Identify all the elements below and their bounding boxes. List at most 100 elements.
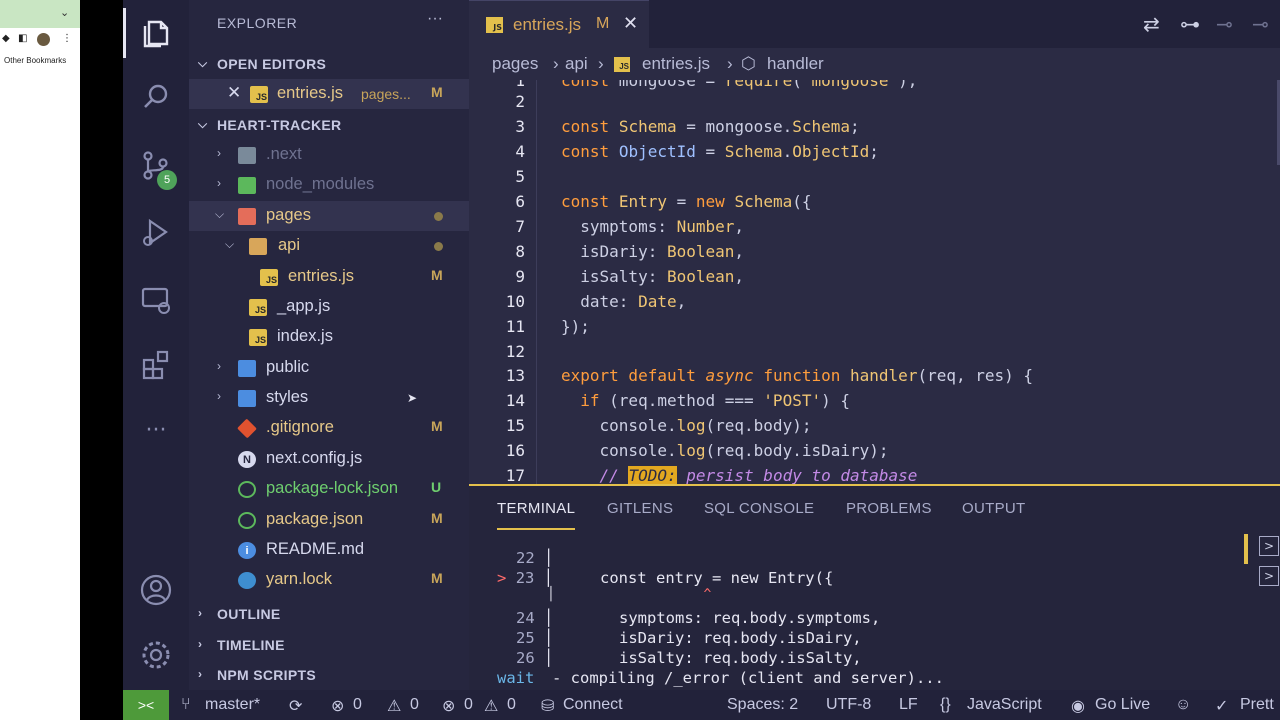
other-bookmarks[interactable]: Other Bookmarks bbox=[4, 56, 66, 65]
tree-item-node-modules[interactable]: › node_modules bbox=[189, 170, 469, 200]
terminal-instance-icon[interactable]: > bbox=[1259, 566, 1279, 586]
breadcrumb-api[interactable]: api bbox=[565, 54, 588, 74]
compare-changes-icon[interactable]: ⇄ bbox=[1143, 12, 1160, 36]
tab-output[interactable]: OUTPUT bbox=[962, 500, 1025, 517]
tree-item-gitignore[interactable]: .gitignore M bbox=[189, 413, 469, 443]
tree-item-index-js[interactable]: JS index.js bbox=[189, 322, 469, 352]
copilot-icon[interactable]: ☺ bbox=[1175, 696, 1191, 714]
chevron-right-icon: › bbox=[598, 54, 604, 73]
browser-menu-icon[interactable]: ⋮ bbox=[62, 33, 72, 44]
encoding-setting[interactable]: UTF-8 bbox=[826, 696, 871, 714]
nodejs-icon bbox=[238, 481, 256, 498]
connect-button[interactable]: Connect bbox=[563, 696, 623, 714]
tab-gitlens[interactable]: GITLENS bbox=[607, 500, 673, 517]
chevron-down-icon: ⌵ bbox=[198, 56, 208, 70]
javascript-file-icon: JS bbox=[486, 17, 503, 33]
tab-terminal[interactable]: TERMINAL bbox=[497, 500, 576, 530]
remote-indicator-icon[interactable]: >< bbox=[123, 690, 169, 720]
terminal-instance-icon[interactable]: > bbox=[1259, 536, 1279, 556]
javascript-file-icon: JS bbox=[614, 57, 630, 72]
chevron-down-icon[interactable]: ⌄ bbox=[60, 6, 69, 19]
run-debug-icon[interactable] bbox=[123, 207, 189, 257]
explorer-more-icon[interactable]: ··· bbox=[427, 10, 443, 28]
sidebar-toggle-icon[interactable]: ◧ bbox=[18, 33, 27, 44]
secondary-error-count[interactable]: 0 bbox=[464, 696, 473, 714]
warning-count[interactable]: 0 bbox=[410, 696, 419, 714]
database-icon: ⛁ bbox=[541, 698, 555, 715]
eol-setting[interactable]: LF bbox=[899, 696, 918, 714]
timeline-section[interactable]: › TIMELINE bbox=[189, 631, 469, 659]
folder-icon bbox=[238, 360, 256, 377]
git-commit-icon[interactable]: ⊶ bbox=[1180, 12, 1200, 36]
settings-gear-icon[interactable] bbox=[123, 630, 189, 680]
tree-item-api[interactable]: ⌵ api bbox=[189, 231, 469, 261]
code-line-13: export default async function handler(re… bbox=[561, 366, 1034, 385]
tree-item-styles[interactable]: › styles ➤ bbox=[189, 383, 469, 413]
yarn-icon bbox=[238, 572, 256, 589]
error-count[interactable]: 0 bbox=[353, 696, 362, 714]
line-number: 1 bbox=[515, 80, 525, 90]
avatar[interactable] bbox=[37, 33, 50, 49]
breadcrumb-handler[interactable]: handler bbox=[767, 54, 824, 74]
code-editor[interactable]: 1 const mongoose = require('mongoose'); … bbox=[469, 80, 1280, 484]
tab-problems[interactable]: PROBLEMS bbox=[846, 500, 932, 517]
tree-item-entries-js[interactable]: JS entries.js M bbox=[189, 262, 469, 292]
terminal-line: │ ^ bbox=[547, 587, 712, 602]
breadcrumb-pages[interactable]: pages bbox=[492, 54, 538, 74]
nextjs-icon: N bbox=[238, 451, 256, 468]
terminal-code-line: symptoms: req.body.symptoms, bbox=[619, 609, 881, 627]
line-number: 2 bbox=[515, 92, 525, 111]
more-views-icon[interactable]: ··· bbox=[123, 405, 189, 455]
folder-icon bbox=[238, 147, 256, 164]
close-icon[interactable]: ✕ bbox=[623, 13, 638, 34]
remote-explorer-icon[interactable] bbox=[123, 275, 189, 325]
explorer-icon[interactable] bbox=[123, 8, 189, 58]
source-control-icon[interactable]: 5 bbox=[123, 140, 189, 190]
line-number: 3 bbox=[515, 117, 525, 136]
breadcrumb-entries-js[interactable]: entries.js bbox=[642, 54, 710, 74]
extensions-icon[interactable] bbox=[123, 340, 189, 390]
code-line-8: isDariy: Boolean, bbox=[561, 242, 745, 261]
next-change-icon[interactable]: ⊸ bbox=[1252, 12, 1269, 36]
previous-change-icon[interactable]: ⊸ bbox=[1216, 12, 1233, 36]
outline-section[interactable]: › OUTLINE bbox=[189, 600, 469, 628]
tree-item-readme[interactable]: i README.md bbox=[189, 535, 469, 565]
extension-icon[interactable]: ◆ bbox=[2, 33, 10, 44]
line-number: 16 bbox=[505, 441, 525, 460]
secondary-warning-count[interactable]: 0 bbox=[507, 696, 516, 714]
git-branch[interactable]: master* bbox=[205, 696, 260, 714]
folder-icon bbox=[238, 390, 256, 407]
tree-item-next[interactable]: › .next bbox=[189, 140, 469, 170]
tree-item-package-json[interactable]: package.json M bbox=[189, 505, 469, 535]
tree-item-yarn-lock[interactable]: yarn.lock M bbox=[189, 565, 469, 595]
project-section[interactable]: ⌵ HEART-TRACKER bbox=[189, 111, 469, 139]
language-mode[interactable]: JavaScript bbox=[967, 696, 1042, 714]
search-icon[interactable] bbox=[123, 72, 189, 122]
tree-item-package-lock[interactable]: package-lock.json U bbox=[189, 474, 469, 504]
npm-scripts-section[interactable]: › NPM SCRIPTS bbox=[189, 661, 469, 689]
line-number: 14 bbox=[505, 391, 525, 410]
tree-item-pages[interactable]: ⌵ pages bbox=[189, 201, 469, 231]
line-number: 9 bbox=[515, 267, 525, 286]
tree-item-next-config[interactable]: N next.config.js bbox=[189, 444, 469, 474]
code-line-14: if (req.method === 'POST') { bbox=[580, 391, 850, 410]
close-icon[interactable]: ✕ bbox=[227, 83, 241, 103]
indentation-setting[interactable]: Spaces: 2 bbox=[727, 696, 798, 714]
tab-entries-js[interactable]: JS entries.js M ✕ bbox=[469, 0, 649, 48]
go-live-button[interactable]: Go Live bbox=[1095, 696, 1150, 714]
tree-item-app-js[interactable]: JS _app.js bbox=[189, 292, 469, 322]
browser-toolbar-icons: ◆ ◧ ⋮ bbox=[0, 33, 80, 49]
source-control-badge: 5 bbox=[157, 170, 177, 190]
terminal-line: > 23 │ bbox=[497, 569, 554, 587]
terminal-line: 24 │ bbox=[516, 609, 554, 627]
tree-item-public[interactable]: › public bbox=[189, 353, 469, 383]
open-editors-section[interactable]: ⌵ OPEN EDITORS bbox=[189, 50, 469, 78]
sync-icon[interactable]: ⟳ bbox=[289, 696, 302, 716]
tab-sql-console[interactable]: SQL CONSOLE bbox=[704, 500, 814, 517]
chevron-right-icon: › bbox=[217, 359, 221, 373]
open-editor-item[interactable]: ✕ JS entries.js pages... M bbox=[189, 79, 469, 109]
account-icon[interactable] bbox=[123, 565, 189, 615]
check-icon: ✓ bbox=[1215, 698, 1229, 715]
prettier-status[interactable]: Prett bbox=[1240, 696, 1274, 714]
browser-window-edge: ⌄ ◆ ◧ ⋮ Other Bookmarks bbox=[0, 0, 80, 720]
